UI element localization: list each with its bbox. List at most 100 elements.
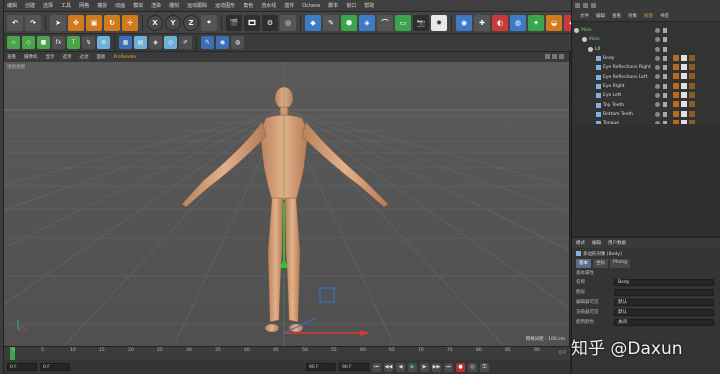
perspective-viewport[interactable]: 查看 摄像机 显示 选项 过滤 面板 ProRender 透视视图 网格间距 : 100 c… xyxy=(4,52,570,346)
object-manager-menu-item[interactable]: 书签 xyxy=(660,13,669,19)
step-back-icon[interactable]: ◀ xyxy=(396,362,405,372)
menu-item[interactable]: 渲染 xyxy=(151,2,161,9)
material-tag-icon[interactable] xyxy=(673,92,679,99)
material-tag-icon[interactable] xyxy=(689,110,695,117)
paint-icon[interactable]: ◉ xyxy=(216,36,229,49)
enable-check-icon[interactable] xyxy=(663,93,667,99)
select-cursor-icon[interactable]: ➤ xyxy=(50,14,66,31)
sculpt-icon[interactable]: ◍ xyxy=(231,36,244,49)
menu-item[interactable]: 角色 xyxy=(243,2,253,9)
timeline-ruler[interactable]: 0 F 0 5 10 15 20 25 30 35 40 45 50 55 60 65 70 75 80 85 90 xyxy=(4,346,570,361)
texture-mode-icon[interactable]: T xyxy=(67,36,80,49)
menu-item[interactable]: 雕刻 xyxy=(169,2,179,9)
visibility-dot-icon[interactable] xyxy=(655,83,660,89)
attribute-tab[interactable]: 坐标 xyxy=(593,259,608,268)
workplane-icon[interactable]: ▦ xyxy=(119,36,132,49)
menu-item[interactable]: Octane xyxy=(302,3,320,9)
octane-texture-icon[interactable]: ◒ xyxy=(546,14,562,31)
octane-camera-icon[interactable]: ◉ xyxy=(456,14,472,31)
attribute-menu-item[interactable]: 模式 xyxy=(576,240,585,246)
texture-tag-icon[interactable] xyxy=(681,101,687,108)
object-manager-menu-item[interactable]: 文件 xyxy=(580,13,589,19)
max-frame-field[interactable]: 90 F xyxy=(339,363,369,371)
material-tag-icon[interactable] xyxy=(689,101,695,108)
end-frame-field[interactable]: 90 F xyxy=(306,363,336,371)
axis-z-lock-button[interactable]: Z xyxy=(183,14,199,31)
object-row[interactable]: Body xyxy=(572,54,720,63)
attribute-tab[interactable]: Phong xyxy=(610,259,631,268)
light-icon[interactable]: ✸ xyxy=(431,14,447,31)
locked-workplane-icon[interactable]: ◎ xyxy=(164,36,177,49)
visibility-dot-icon[interactable] xyxy=(655,102,660,108)
menu-item[interactable]: 流水线 xyxy=(261,2,276,9)
axis-y-lock-button[interactable]: Y xyxy=(165,14,181,31)
octane-light-icon[interactable]: ◐ xyxy=(492,14,508,31)
model-mode-icon[interactable]: fx xyxy=(52,36,65,49)
visibility-dot-icon[interactable] xyxy=(655,93,660,99)
points-mode-icon[interactable]: ⊹ xyxy=(7,36,20,49)
enable-check-icon[interactable] xyxy=(663,65,667,71)
cube-icon[interactable]: ◆ xyxy=(305,14,321,31)
polygons-mode-icon[interactable]: ■ xyxy=(37,36,50,49)
material-tag-icon[interactable] xyxy=(673,82,679,89)
attribute-menu-item[interactable]: 用户数据 xyxy=(608,240,626,246)
enable-check-icon[interactable] xyxy=(663,37,667,43)
object-row[interactable]: Eye Reflections Right xyxy=(572,63,720,72)
menu-item[interactable]: 网格 xyxy=(79,2,89,9)
next-key-icon[interactable]: ▶▶ xyxy=(432,362,441,372)
render-view-icon[interactable]: 🎬 xyxy=(226,14,242,31)
attribute-value-field[interactable]: 关闭 xyxy=(614,318,714,326)
layout-icon[interactable] xyxy=(575,2,580,8)
viewport-menu-item[interactable]: 过滤 xyxy=(80,54,89,60)
menu-item[interactable]: 编辑 xyxy=(7,2,17,9)
deformer-icon[interactable]: ⌒ xyxy=(377,14,393,31)
menu-item[interactable]: 动画 xyxy=(115,2,125,9)
enable-check-icon[interactable] xyxy=(663,111,667,117)
knife-tool-icon[interactable]: ✐ xyxy=(179,36,192,49)
menu-item[interactable]: 运动跟踪 xyxy=(187,2,207,9)
texture-tag-icon[interactable] xyxy=(681,64,687,71)
menu-item[interactable]: 创建 xyxy=(25,2,35,9)
material-tag-icon[interactable] xyxy=(673,54,679,61)
viewport-move-icon[interactable] xyxy=(545,54,550,59)
menu-item[interactable]: 模拟 xyxy=(133,2,143,9)
menu-item[interactable]: 选择 xyxy=(43,2,53,9)
octane-material-icon[interactable]: ✚ xyxy=(474,14,490,31)
enable-check-icon[interactable] xyxy=(663,102,667,108)
layout-icon[interactable] xyxy=(591,2,596,8)
pen-spline-icon[interactable]: ✎ xyxy=(323,14,339,31)
visibility-dot-icon[interactable] xyxy=(655,55,660,61)
axis-mode-icon[interactable]: ↯ xyxy=(82,36,95,49)
step-forward-icon[interactable]: ▶ xyxy=(420,362,429,372)
texture-tag-icon[interactable] xyxy=(681,92,687,99)
visibility-dot-icon[interactable] xyxy=(655,37,660,43)
object-row[interactable]: Top Teeth xyxy=(572,100,720,109)
attribute-value-field[interactable]: Body xyxy=(614,278,714,286)
texture-tag-icon[interactable] xyxy=(681,82,687,89)
viewport-menu-item[interactable]: 显示 xyxy=(46,54,55,60)
viewport-menu-item[interactable]: ProRender xyxy=(114,55,137,60)
octane-icon[interactable]: ◎ xyxy=(280,14,296,31)
transform-tool-icon[interactable]: ✛ xyxy=(122,14,138,31)
octane-object-icon[interactable]: ◍ xyxy=(510,14,526,31)
material-tag-icon[interactable] xyxy=(689,54,695,61)
material-tag-icon[interactable] xyxy=(689,73,695,80)
visibility-dot-icon[interactable] xyxy=(655,111,660,117)
viewport-menu-item[interactable]: 面板 xyxy=(97,54,106,60)
texture-tag-icon[interactable] xyxy=(681,73,687,80)
object-row[interactable]: Male xyxy=(572,35,720,44)
visibility-dot-icon[interactable] xyxy=(655,46,660,52)
layout-icon[interactable] xyxy=(583,2,588,8)
rotate-tool-icon[interactable]: ↻ xyxy=(104,14,120,31)
scale-tool-icon[interactable]: ▣ xyxy=(86,14,102,31)
object-manager-menu-item[interactable]: 标签 xyxy=(644,13,653,19)
menu-item[interactable]: 捕捉 xyxy=(97,2,107,9)
autokey-icon[interactable]: ◎ xyxy=(468,362,477,372)
material-tag-icon[interactable] xyxy=(689,92,695,99)
visibility-dot-icon[interactable] xyxy=(655,74,660,80)
enable-check-icon[interactable] xyxy=(663,55,667,61)
viewport-menu-item[interactable]: 查看 xyxy=(7,54,16,60)
material-tag-icon[interactable] xyxy=(673,73,679,80)
enable-check-icon[interactable] xyxy=(663,83,667,89)
camera-icon[interactable]: 📷 xyxy=(413,14,429,31)
